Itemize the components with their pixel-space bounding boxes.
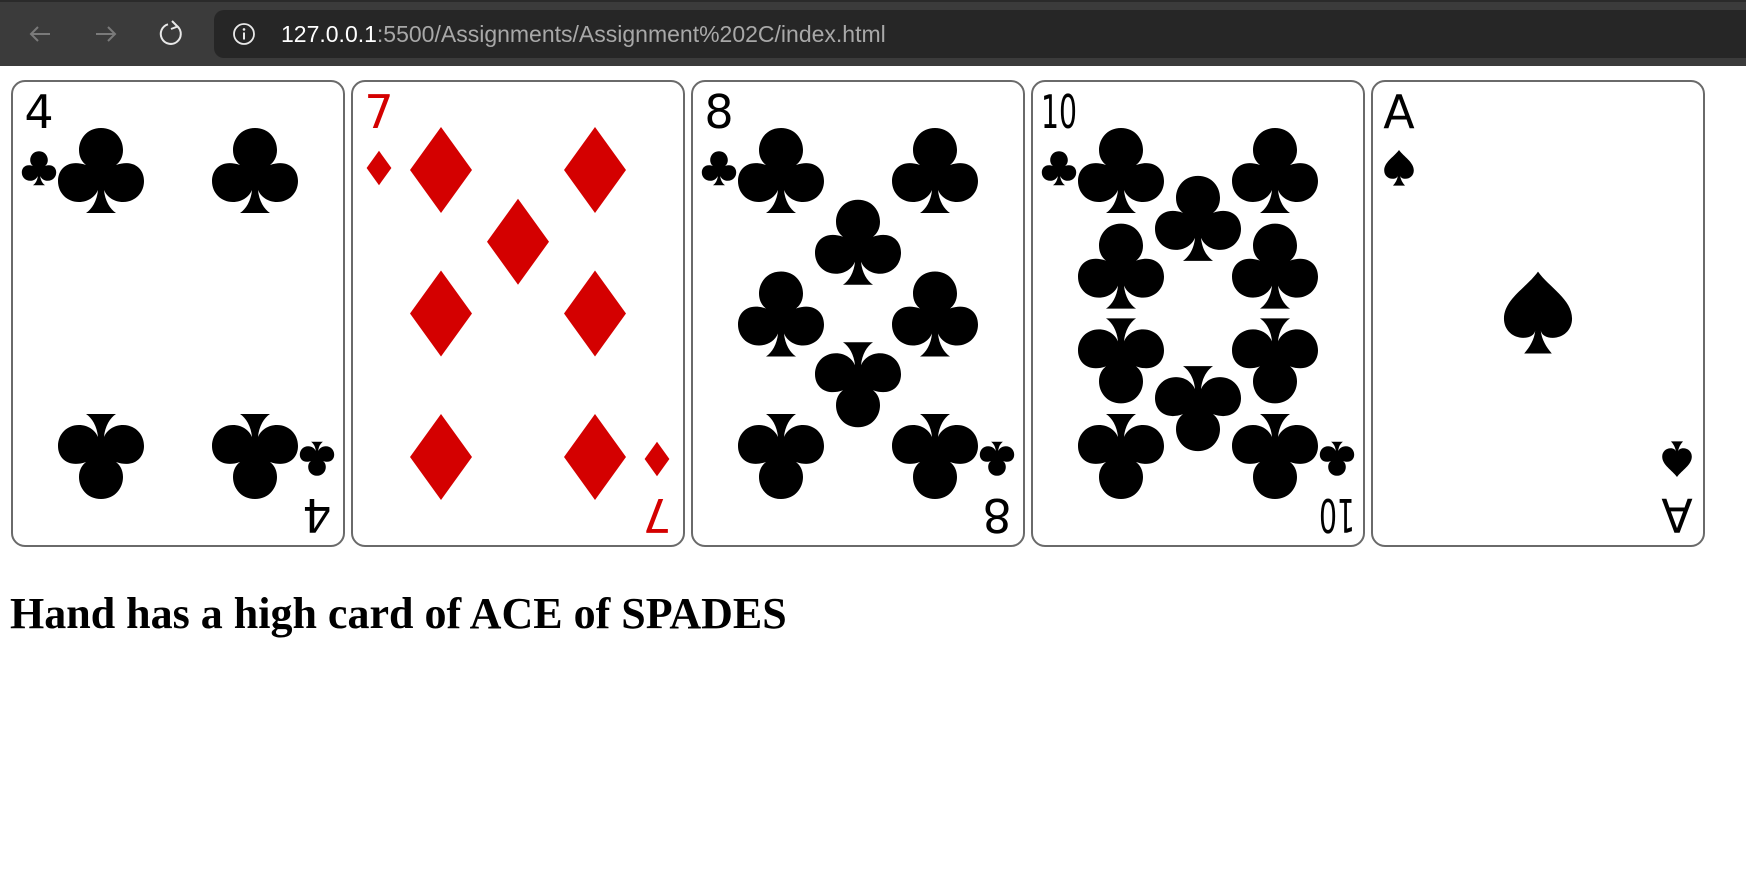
club-pip-icon xyxy=(212,128,298,213)
club-pip-icon xyxy=(738,271,824,357)
diamond-pip-icon xyxy=(410,270,472,357)
playing-card: 10 10 xyxy=(1031,80,1365,547)
club-pip-icon xyxy=(738,128,824,213)
club-pip-icon xyxy=(1232,223,1318,309)
card-rank: 10 xyxy=(1319,488,1355,542)
card-corner-index: 8 xyxy=(701,85,737,186)
card-face: 88 xyxy=(701,85,1015,542)
info-icon[interactable] xyxy=(232,22,256,46)
diamond-pip-icon xyxy=(564,127,626,213)
corner-suit-icon xyxy=(701,151,737,186)
diamond-pip-icon xyxy=(564,270,626,357)
card-rank: A xyxy=(1661,488,1693,542)
reload-icon xyxy=(159,20,182,45)
club-pip-icon xyxy=(738,414,824,499)
card-corner-index: A xyxy=(1383,85,1415,186)
card-corner-index-rotated: A xyxy=(1661,441,1693,542)
corner-suit-icon xyxy=(1384,150,1414,186)
club-pip-icon xyxy=(1232,128,1318,213)
card-face: 10 10 xyxy=(1041,85,1355,542)
club-pip-icon xyxy=(1078,318,1164,404)
corner-suit-icon xyxy=(644,441,670,477)
club-pip-icon xyxy=(892,128,978,213)
corner-suit-icon xyxy=(979,441,1015,476)
forward-button[interactable] xyxy=(86,14,126,54)
diamond-pip-icon xyxy=(410,414,472,500)
club-pip-icon xyxy=(892,271,978,357)
forward-arrow-icon xyxy=(96,26,117,42)
card-corner-index: 7 xyxy=(364,85,394,186)
diamond-pip-icon xyxy=(564,414,626,500)
club-pip-icon xyxy=(212,414,298,499)
club-pip-icon xyxy=(1232,414,1318,499)
club-pip-icon xyxy=(815,199,901,285)
diamond-pip-icon xyxy=(487,198,549,285)
playing-card: 88 xyxy=(691,80,1025,547)
url-text[interactable]: 127.0.0.1:5500/Assignments/Assignment%20… xyxy=(281,10,886,58)
card-corner-index-rotated: 8 xyxy=(979,441,1015,542)
card-rank: A xyxy=(1383,85,1415,139)
card-corner-index-rotated: 7 xyxy=(642,441,672,542)
club-pip-icon xyxy=(1232,318,1318,404)
card-face: 77 xyxy=(364,85,672,542)
card-rank: 7 xyxy=(642,488,671,542)
corner-suit-icon xyxy=(1041,151,1077,186)
club-pip-icon xyxy=(58,128,144,213)
card-rank: 4 xyxy=(24,85,53,139)
club-pip-icon xyxy=(892,414,978,499)
club-pip-icon xyxy=(1078,128,1164,213)
corner-suit-icon xyxy=(21,151,57,186)
diamond-pip-icon xyxy=(410,127,472,213)
url-path: :5500/Assignments/Assignment%202C/index.… xyxy=(376,21,886,47)
corner-suit-icon xyxy=(1319,441,1355,476)
corner-suit-icon xyxy=(366,150,392,186)
card-corner-index: 10 xyxy=(1041,85,1077,186)
card-corner-index: 4 xyxy=(21,85,57,186)
club-pip-icon xyxy=(815,342,901,428)
playing-card: 44 xyxy=(11,80,345,547)
back-arrow-icon xyxy=(29,26,50,42)
club-pip-icon xyxy=(58,414,144,499)
card-face: 44 xyxy=(21,85,335,542)
browser-toolbar: 127.0.0.1:5500/Assignments/Assignment%20… xyxy=(0,0,1746,66)
address-bar[interactable]: 127.0.0.1:5500/Assignments/Assignment%20… xyxy=(214,10,1746,58)
club-pip-icon xyxy=(1078,223,1164,309)
playing-card: AA xyxy=(1371,80,1705,547)
club-pip-icon xyxy=(1155,366,1241,452)
card-corner-index-rotated: 4 xyxy=(299,441,335,542)
card-rank: 8 xyxy=(982,488,1011,542)
result-heading: Hand has a high card of ACE of SPADES xyxy=(10,589,787,638)
reload-button[interactable] xyxy=(151,14,191,54)
card-rank: 8 xyxy=(704,85,733,139)
club-pip-icon xyxy=(1155,175,1241,261)
corner-suit-icon xyxy=(299,441,335,476)
card-corner-index-rotated: 10 xyxy=(1319,441,1355,542)
url-host: 127.0.0.1 xyxy=(281,21,377,47)
club-pip-icon xyxy=(1078,414,1164,499)
spade-pip-icon xyxy=(1503,271,1573,354)
corner-suit-icon xyxy=(1662,441,1692,477)
card-rank: 4 xyxy=(302,488,331,542)
card-rank: 7 xyxy=(364,85,393,139)
back-button[interactable] xyxy=(20,14,60,54)
playing-card: 77 xyxy=(351,80,685,547)
card-face: AA xyxy=(1383,85,1693,542)
card-rank: 10 xyxy=(1041,85,1077,139)
